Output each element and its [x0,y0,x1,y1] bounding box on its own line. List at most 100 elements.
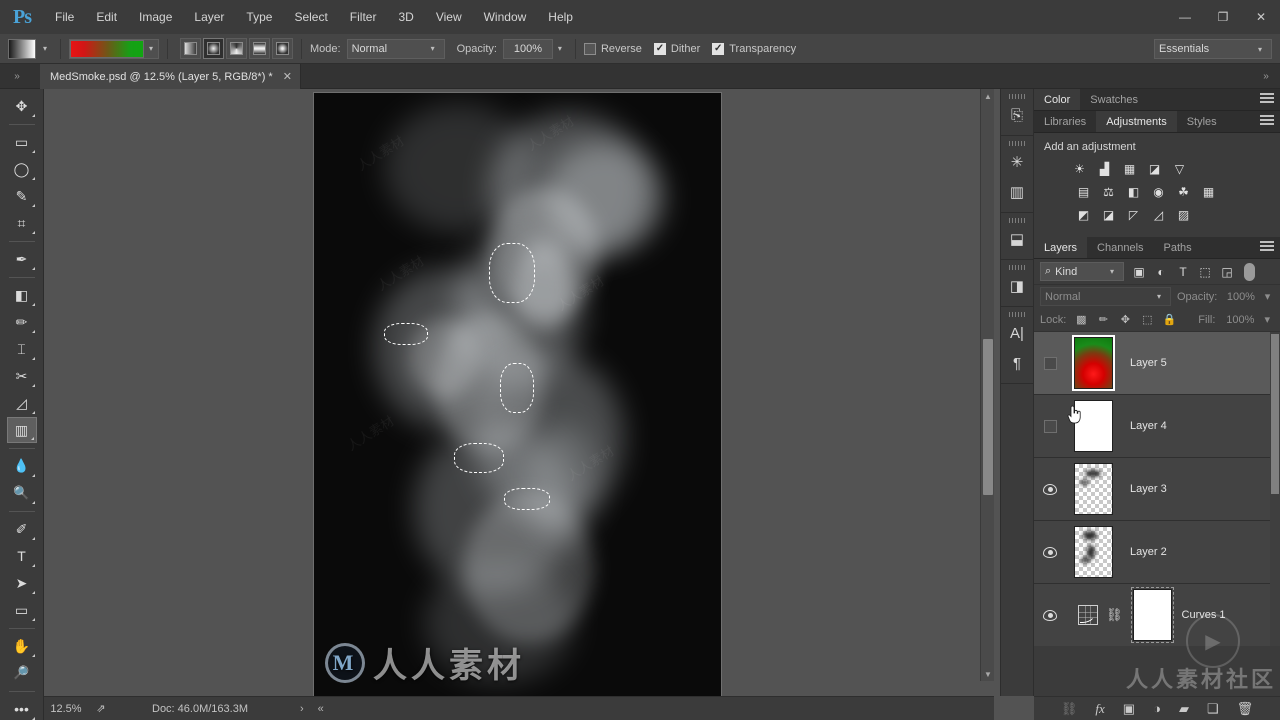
edit-toolbar-tool[interactable]: ••• [7,696,37,720]
menu-item-window[interactable]: Window [473,0,538,34]
chevron-down-icon[interactable]: ▾ [1260,311,1274,329]
layer-name[interactable]: Curves 1 [1182,609,1226,621]
color-wheel-icon[interactable]: ✳ [1002,147,1032,177]
color-balance-icon[interactable]: ⚖ [1099,183,1118,200]
layer-row[interactable]: ⛓ Curves 1 [1034,584,1280,646]
tab-adjustments[interactable]: Adjustments [1096,111,1177,132]
filter-kind-select[interactable]: ⌕ Kind ▾ [1040,262,1124,281]
chevron-down-icon[interactable]: ▾ [144,40,158,58]
scrollbar-thumb[interactable] [1271,334,1279,494]
eyedropper-tool[interactable]: ✒ [7,246,37,272]
layer-style-icon[interactable]: fx [1095,701,1104,717]
invert-icon[interactable]: ◩ [1074,206,1093,223]
new-group-icon[interactable]: ▰ [1179,701,1189,717]
close-icon[interactable]: ✕ [283,70,292,83]
scrollbar-thumb[interactable] [983,339,993,495]
document-tab[interactable]: MedSmoke.psd @ 12.5% (Layer 5, RGB/8*) *… [40,64,301,89]
blur-tool[interactable]: 💧 [7,453,37,479]
panel-grip-icon[interactable] [1009,265,1025,270]
hand-tool[interactable]: ✋ [7,633,37,659]
document-canvas[interactable]: 人人素材 人人素材 人人素材 人人素材 人人素材 人人素材 M 人人素材 [313,92,722,696]
vibrance-icon[interactable]: ▽ [1170,160,1189,177]
layers-list[interactable]: Layer 5Layer 4Layer 3Layer 2⛓Curves 1Lay… [1034,331,1280,646]
gradient-map-icon[interactable]: ◿ [1149,206,1168,223]
properties-3d-icon[interactable]: ⬓ [1002,224,1032,254]
canvas-vertical-scrollbar[interactable]: ▲ ▼ [980,89,994,681]
adjustments-styles-icon[interactable]: ◨ [1002,271,1032,301]
linear-gradient-button[interactable] [180,38,201,59]
photo-filter-icon[interactable]: ◉ [1149,183,1168,200]
layers-scrollbar[interactable]: ▲ [1270,332,1280,646]
menu-item-3d[interactable]: 3D [387,0,424,34]
menu-item-image[interactable]: Image [128,0,183,34]
layer-thumbnail[interactable] [1071,335,1115,391]
layer-visibility-toggle[interactable] [1034,395,1066,458]
lock-all-icon[interactable]: 🔒 [1160,312,1178,328]
fill-value[interactable]: 100% [1221,314,1254,326]
filter-smart-object-icon[interactable]: ◲ [1216,262,1238,281]
add-layer-mask-icon[interactable]: ▣ [1123,701,1135,717]
menu-item-view[interactable]: View [425,0,473,34]
layer-opacity-value[interactable]: 100% [1223,291,1255,303]
opacity-value[interactable]: 100% [502,38,553,59]
histogram-icon[interactable]: ▥ [1002,177,1032,207]
menu-item-filter[interactable]: Filter [339,0,388,34]
panel-menu-icon[interactable] [1260,115,1274,127]
pen-tool[interactable]: ✐ [7,516,37,542]
transparency-checkbox[interactable]: Transparency [712,42,796,55]
status-next-icon[interactable]: › [300,703,304,715]
menu-item-help[interactable]: Help [537,0,584,34]
move-tool[interactable]: ✥ [7,93,37,119]
layer-name[interactable]: Layer 5 [1130,357,1167,369]
layer-visibility-toggle[interactable] [1034,584,1066,647]
layer-name[interactable]: Layer 3 [1130,483,1167,495]
share-icon[interactable]: ⇗ [88,702,114,715]
chevron-down-icon[interactable]: ▾ [553,40,567,58]
horizontal-type-tool[interactable]: T [7,543,37,569]
curves-icon[interactable]: ▦ [1120,160,1139,177]
filter-type-icon[interactable]: T [1172,262,1194,281]
brush-tool[interactable]: ✏ [7,309,37,335]
lasso-tool[interactable]: ◯ [7,156,37,182]
spot-healing-brush-tool[interactable]: ◧ [7,282,37,308]
menu-item-type[interactable]: Type [235,0,283,34]
menu-item-select[interactable]: Select [283,0,338,34]
threshold-icon[interactable]: ◸ [1124,206,1143,223]
layer-mask-thumbnail[interactable] [1130,587,1174,643]
curves-adjustment-icon[interactable] [1078,605,1098,625]
radial-gradient-button[interactable] [203,38,224,59]
hue-saturation-icon[interactable]: ▤ [1074,183,1093,200]
lock-artboard-nesting-icon[interactable]: ⬚ [1138,312,1156,328]
link-icon[interactable]: ⛓ [1106,607,1123,623]
paragraph-panel-icon[interactable]: ¶ [1002,348,1032,378]
history-brush-tool[interactable]: ✂ [7,363,37,389]
lock-transparent-pixels-icon[interactable]: ▩ [1072,312,1090,328]
minimize-button[interactable]: — [1166,0,1204,34]
layer-visibility-toggle[interactable] [1034,458,1066,521]
diamond-gradient-button[interactable] [272,38,293,59]
layer-name[interactable]: Layer 2 [1130,546,1167,558]
delete-layer-icon[interactable]: 🗑 [1237,701,1254,717]
filter-pixel-icon[interactable]: ▣ [1128,262,1150,281]
crop-tool[interactable]: ⌗ [7,210,37,236]
filter-adjustment-icon[interactable]: ◐ [1150,262,1172,281]
eraser-tool[interactable]: ◿ [7,390,37,416]
opacity-control[interactable]: 100% ▾ [502,38,567,59]
levels-icon[interactable]: ▟ [1095,160,1114,177]
panel-grip-icon[interactable] [1009,218,1025,223]
lock-image-pixels-icon[interactable]: ✏ [1094,312,1112,328]
new-layer-icon[interactable]: ❑ [1207,701,1219,717]
maximize-button[interactable]: ❐ [1204,0,1242,34]
brightness-contrast-icon[interactable]: ☀ [1070,160,1089,177]
lock-position-icon[interactable]: ✥ [1116,312,1134,328]
reverse-checkbox[interactable]: Reverse [583,42,642,55]
tab-color[interactable]: Color [1034,89,1081,110]
canvas-area[interactable]: 人人素材 人人素材 人人素材 人人素材 人人素材 人人素材 M 人人素材 [44,89,994,696]
tab-channels[interactable]: Channels [1087,237,1154,258]
close-button[interactable]: ✕ [1242,0,1280,34]
layer-thumbnail[interactable] [1073,400,1113,452]
rectangular-marquee-tool[interactable]: ▭ [7,129,37,155]
tab-libraries[interactable]: Libraries [1034,111,1097,132]
tab-swatches[interactable]: Swatches [1080,89,1148,110]
menu-item-file[interactable]: File [44,0,85,34]
